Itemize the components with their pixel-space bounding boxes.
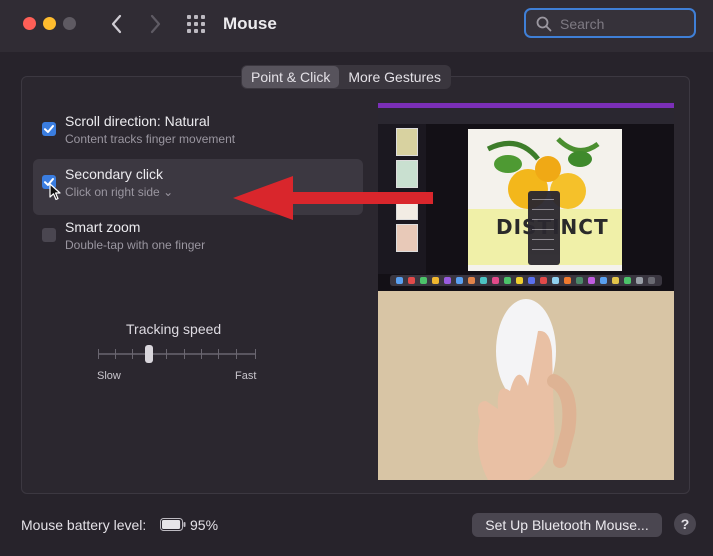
dock-app-icon [492,277,499,284]
option-label: Scroll direction: Natural [65,113,210,129]
page-thumbnail [396,224,418,252]
menu-line [532,239,554,240]
dock-app-icon [576,277,583,284]
dock-app-icon [480,277,487,284]
preview-mouse-video [378,291,674,480]
dock-app-icon [648,277,655,284]
menu-line [532,209,554,210]
dock-app-icon [468,277,475,284]
dock-app-icon [516,277,523,284]
dock-app-icon [588,277,595,284]
page-thumbnail [396,128,418,156]
dock-app-icon [564,277,571,284]
option-label: Smart zoom [65,219,141,235]
minimize-window-button[interactable] [43,17,56,30]
dock-app-icon [624,277,631,284]
title-bar: Mouse [0,0,713,52]
dock-app-icon [600,277,607,284]
slider-tick [166,349,167,359]
chevron-left-icon[interactable] [106,11,128,37]
dock-app-icon [612,277,619,284]
dock-app-icon [504,277,511,284]
slider-tick [115,349,116,359]
preview-context-menu [528,191,560,265]
slider-tick [98,349,99,359]
help-button[interactable]: ? [674,513,696,535]
option-sublabel: Click on right side [65,185,160,199]
dock-app-icon [552,277,559,284]
grid-icon[interactable] [186,14,206,34]
slider-tick [218,349,219,359]
dock-app-icon [444,277,451,284]
battery-level-label: Mouse battery level: [21,517,147,533]
slider-tick [201,349,202,359]
menu-line [532,229,554,230]
dock-app-icon [456,277,463,284]
option-sublabel: Double-tap with one finger [65,238,206,252]
option-label: Secondary click [65,166,164,182]
preview-toolbar [378,108,674,124]
menu-line [532,199,554,200]
slider-tick [255,349,256,359]
slider-tick [184,349,185,359]
set-up-bluetooth-mouse-button[interactable]: Set Up Bluetooth Mouse... [472,513,662,537]
tab-point-and-click[interactable]: Point & Click [242,66,340,88]
chevron-down-icon: ⌄ [163,185,174,199]
tab-more-gestures[interactable]: More Gestures [339,66,450,88]
scroll-direction-checkbox[interactable] [42,122,56,136]
search-input[interactable] [558,14,692,34]
chevron-right-icon[interactable] [144,11,166,37]
annotation-arrow-icon [233,176,433,220]
gesture-preview: DISTINCT [378,103,674,480]
tracking-speed-label: Tracking speed [126,321,222,337]
dock-app-icon [396,277,403,284]
dock-app-icon [432,277,439,284]
battery-percentage: 95% [190,517,219,533]
dock-app-icon [420,277,427,284]
smart-zoom-checkbox[interactable] [42,228,56,242]
secondary-click-popup[interactable]: Click on right side ⌄ [65,185,173,199]
option-scroll-direction[interactable]: Scroll direction: Natural Content tracks… [33,106,363,162]
window-title: Mouse [223,14,277,33]
slider-tick [132,349,133,359]
search-field[interactable] [524,8,696,38]
dock-app-icon [408,277,415,284]
dock-app-icon [528,277,535,284]
slider-thumb[interactable] [145,345,153,363]
preview-dock [390,275,662,286]
dock-app-icon [636,277,643,284]
option-sublabel: Content tracks finger movement [65,132,236,146]
dock-app-icon [540,277,547,284]
zoom-window-button[interactable] [63,17,76,30]
slider-min-label: Slow [97,370,121,382]
battery-icon [160,518,186,531]
slider-max-label: Fast [235,370,257,382]
slider-tick [236,349,237,359]
hand-on-mouse-image [378,291,674,480]
close-window-button[interactable] [23,17,36,30]
menu-line [532,219,554,220]
menu-line [532,249,554,250]
mouse-pointer-icon [49,183,61,201]
slider-track [98,353,256,355]
tab-bar: Point & Click More Gestures [241,65,451,89]
search-icon [536,16,552,32]
tracking-speed-slider[interactable] [98,345,256,363]
